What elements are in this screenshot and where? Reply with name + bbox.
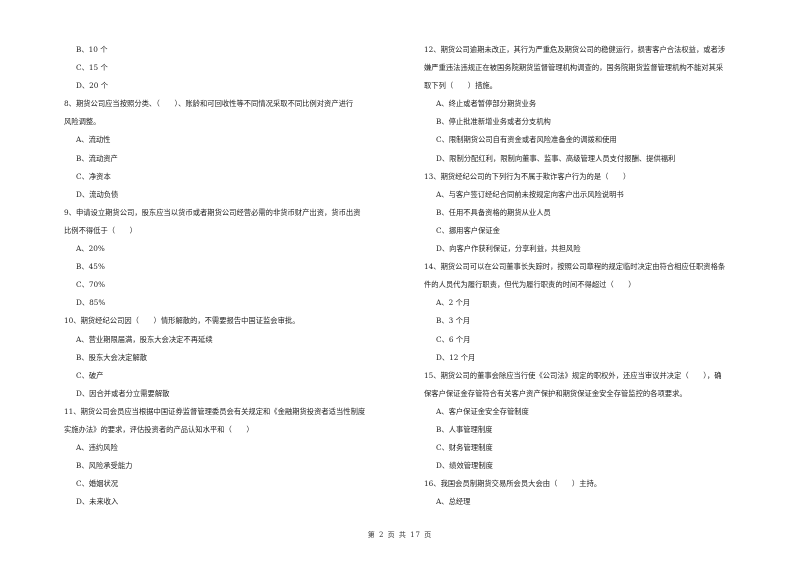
answer-option: C、财务管理制度 (436, 443, 493, 453)
question-text: 取下列（ ）措施。 (424, 81, 497, 91)
answer-option: A、流动性 (76, 135, 111, 145)
left-column: B、10 个 C、15 个 D、20 个 8、期货公司应当按照分类、（ ）、账龄和可回… (64, 41, 382, 511)
answer-option: A、营业期限届满，股东大会决定不再延续 (76, 334, 213, 344)
answer-option: D、限制分配红利，限制向董事、监事、高级管理人员支付报酬、提供福利 (436, 153, 676, 163)
answer-option: D、因合并或者分立需要解散 (76, 388, 170, 398)
answer-option: B、45% (76, 262, 105, 272)
answer-option: C、净资本 (76, 171, 111, 181)
question-text: 11、期货公司会员应当根据中国证券监督管理委员会有关规定和《金融期货投资者适当性… (64, 406, 366, 416)
question-text: 14、期货公司可以在公司董事长失踪时，按照公司章程的规定临时决定由符合相应任职资… (424, 262, 726, 272)
answer-option: C、70% (76, 280, 106, 290)
answer-option: C、15 个 (76, 63, 108, 73)
question-text: 保客户保证金存管符合有关客户资产保护和期货保证金安全存管监控的各项要求。 (424, 388, 687, 398)
answer-option: B、人事管理制度 (436, 424, 493, 434)
answer-option: A、违约风险 (76, 443, 118, 453)
answer-option: B、10 个 (76, 45, 108, 54)
answer-option: A、20% (76, 244, 105, 254)
answer-option: C、婚姻状况 (76, 479, 119, 489)
answer-option: B、任用不具备资格的期货从业人员 (436, 207, 551, 217)
answer-option: D、向客户作获利保证，分享利益，共担风险 (436, 244, 581, 254)
answer-option: B、停止批准新增业务或者分支机构 (436, 117, 551, 127)
answer-option: B、股东大会决定解散 (76, 352, 148, 362)
question-text: 8、期货公司应当按照分类、（ ）、账龄和可回收性等不同情况采取不同比例对资产进行 (64, 99, 354, 109)
answer-option: C、破产 (76, 370, 104, 380)
question-text: 10、期货经纪公司因（ ）情形解散的，不需要报告中国证监会审批。 (64, 316, 300, 326)
answer-option: D、绩效管理制度 (436, 461, 493, 471)
answer-option: C、6 个月 (436, 334, 471, 344)
answer-option: B、流动资产 (76, 153, 118, 163)
answer-option: C、挪用客户保证金 (436, 225, 500, 235)
question-text: 嫌严重违法违规正在被国务院期货监督管理机构调查的，国务院期货监督管理机构不能对其… (424, 63, 724, 73)
question-text: 16、我国会员制期货交易所会员大会由（ ）主持。 (424, 479, 602, 489)
question-text: 件的人员代为履行职责，但代为履行职责的时间不得超过（ ） (424, 280, 636, 290)
question-text: 15、期货公司的董事会除应当行使《公司法》规定的职权外，还应当审议并决定（ ），… (424, 370, 722, 380)
answer-option: A、终止或者暂停部分期货业务 (436, 99, 537, 109)
answer-option: B、3 个月 (436, 316, 471, 326)
answer-option: C、限制期货公司自有资金或者风险准备金的调拨和使用 (436, 135, 617, 145)
right-column: 12、期货公司逾期未改正，其行为严重危及期货公司的稳健运行，损害客户合法权益，或… (424, 41, 774, 511)
answer-option: A、与客户签订经纪合同前未按规定向客户出示风险说明书 (436, 189, 624, 199)
answer-option: D、20 个 (76, 81, 109, 91)
question-text: 实施办法》的要求，评估投资者的产品认知水平和（ ） (64, 424, 254, 434)
answer-option: D、流动负债 (76, 189, 119, 199)
question-text: 9、申请设立期货公司，股东应当以货币或者期货公司经营必需的非货币财产出资，货币出… (64, 207, 361, 217)
question-text: 比例不得低于（ ） (64, 225, 137, 235)
answer-option: D、未来收入 (76, 497, 119, 507)
answer-option: D、12 个月 (436, 352, 476, 362)
question-text: 13、期货经纪公司的下列行为不属于欺诈客户行为的是（ ） (424, 171, 631, 181)
answer-option: A、总经理 (436, 497, 471, 507)
question-text: 12、期货公司逾期未改正，其行为严重危及期货公司的稳健运行，损害客户合法权益，或… (424, 45, 726, 54)
answer-option: A、客户保证金安全存管制度 (436, 406, 529, 416)
answer-option: A、2 个月 (436, 298, 471, 308)
answer-option: D、85% (76, 298, 106, 308)
page-footer: 第 2 页 共 17 页 (367, 531, 433, 539)
answer-option: B、风险承受能力 (76, 461, 133, 471)
question-text: 风险调整。 (64, 117, 101, 127)
